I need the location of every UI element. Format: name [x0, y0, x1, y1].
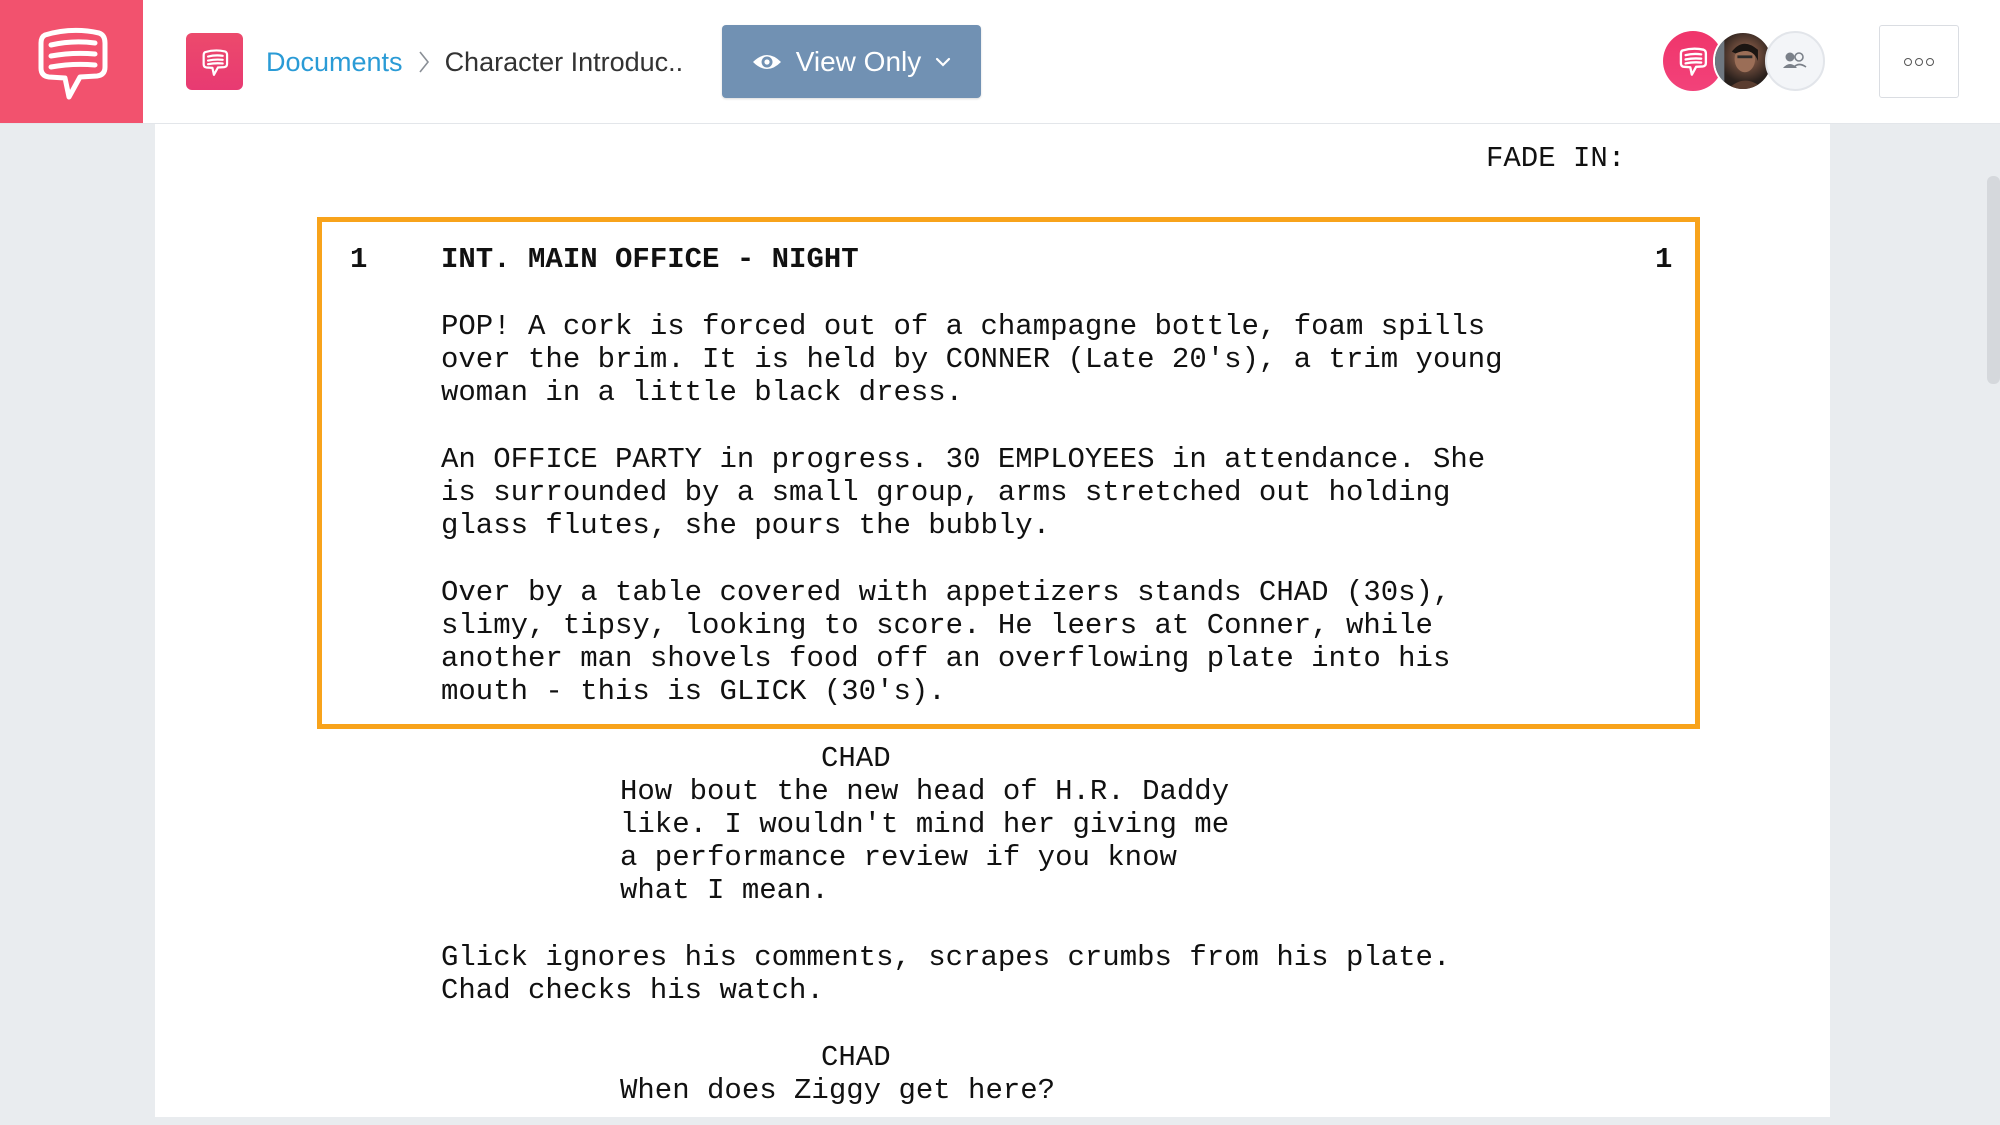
app-logo[interactable]	[0, 0, 143, 123]
dialogue-line: How bout the new head of H.R. Daddy	[620, 775, 1230, 808]
view-only-label: View Only	[795, 45, 922, 77]
scrollbar-thumb[interactable]	[1987, 176, 2000, 384]
dialogue-line: When does Ziggy get here?	[620, 1074, 1056, 1107]
more-dots-icon	[1904, 57, 1934, 66]
action-line: Over by a table covered with appetizers …	[441, 576, 1451, 609]
chevron-right-icon	[417, 49, 431, 75]
chevron-down-icon	[936, 57, 951, 67]
screenplay-page: FADE IN: 1 INT. MAIN OFFICE - NIGHT 1 PO…	[155, 124, 1830, 1117]
character-name: CHAD	[821, 1041, 891, 1074]
action-line: mouth - this is GLICK (30's).	[441, 675, 946, 708]
users-icon	[1783, 52, 1807, 68]
view-only-dropdown-button[interactable]: View Only	[722, 25, 981, 98]
share-collaborators-button[interactable]	[1765, 31, 1825, 91]
action-line: Glick ignores his comments, scrapes crum…	[441, 941, 1451, 974]
scene-number-right: 1	[1655, 243, 1673, 276]
action-line: another man shovels food off an overflow…	[441, 642, 1451, 675]
chat-bubble-icon	[202, 48, 228, 76]
action-line: glass flutes, she pours the bubbly.	[441, 509, 1051, 542]
chat-bubble-logo-icon	[38, 27, 107, 99]
user-photo-icon	[1715, 33, 1764, 89]
action-line: woman in a little black dress.	[441, 376, 964, 409]
action-line: slimy, tipsy, looking to score. He leers…	[441, 609, 1433, 642]
eye-icon	[752, 54, 781, 69]
action-line: POP! A cork is forced out of a champagne…	[441, 310, 1486, 343]
breadcrumb: Documents Character Introduc..	[266, 40, 683, 84]
top-header: Documents Character Introduc.. View Only	[0, 0, 2000, 124]
action-line: Chad checks his watch.	[441, 974, 824, 1007]
scene-number-left: 1	[350, 243, 368, 276]
document-type-icon[interactable]	[186, 33, 243, 90]
more-options-button[interactable]	[1879, 25, 1959, 98]
user-avatar[interactable]	[1713, 31, 1773, 91]
character-name: CHAD	[821, 742, 891, 775]
chat-bubble-icon	[1679, 47, 1708, 76]
transition-fade-in: FADE IN:	[1486, 142, 1626, 175]
breadcrumb-current-document[interactable]: Character Introduc..	[445, 47, 684, 78]
dialogue-line: like. I wouldn't mind her giving me	[620, 808, 1230, 841]
scene-heading: INT. MAIN OFFICE - NIGHT	[441, 243, 859, 276]
dialogue-line: what I mean.	[620, 874, 829, 907]
action-line: is surrounded by a small group, arms str…	[441, 476, 1451, 509]
action-line: over the brim. It is held by CONNER (Lat…	[441, 343, 1503, 376]
breadcrumb-documents-link[interactable]: Documents	[266, 47, 403, 78]
dialogue-line: a performance review if you know	[620, 841, 1177, 874]
action-line: An OFFICE PARTY in progress. 30 EMPLOYEE…	[441, 443, 1486, 476]
